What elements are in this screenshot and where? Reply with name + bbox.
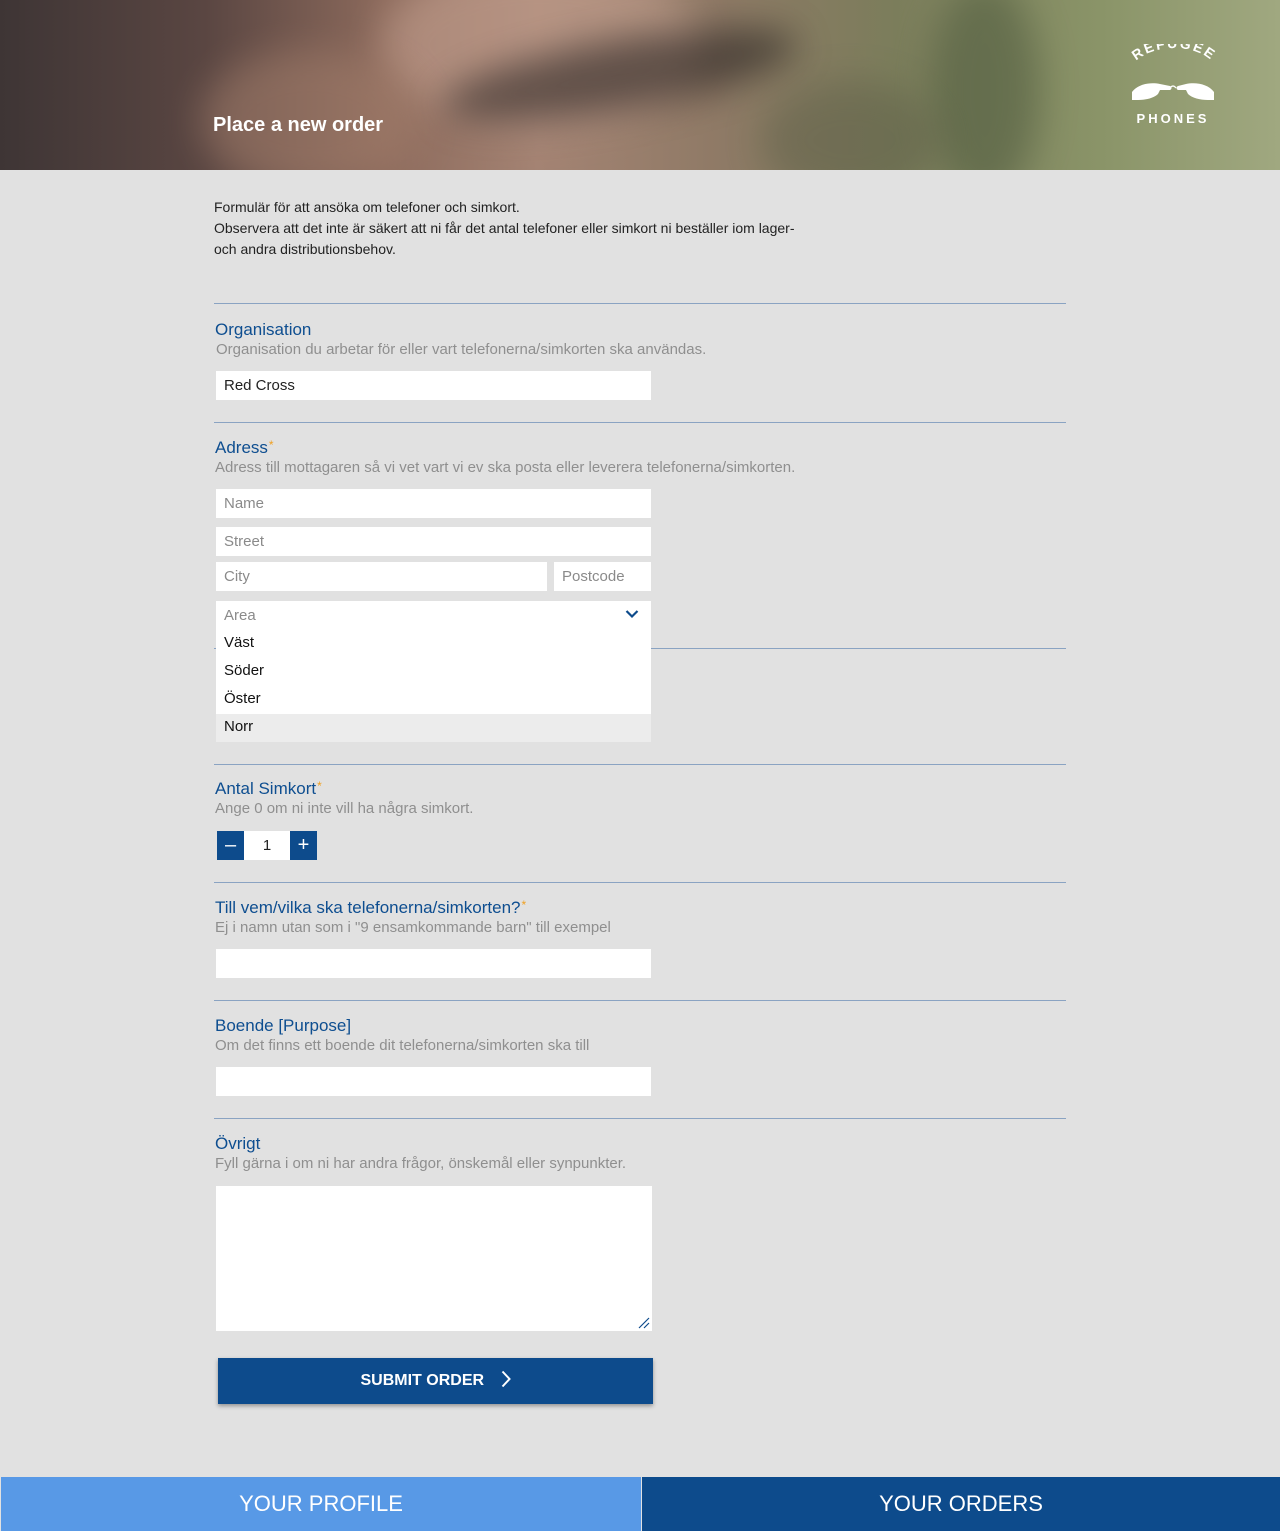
page-title: Place a new order [213,114,384,136]
logo-phones-text: PHONES [1136,111,1210,126]
boende-help: Om det finns ett boende dit telefonerna/… [215,1037,590,1054]
address-label: Adress* [215,438,274,457]
header-banner: Place a new order REFUGEE PHONES [0,0,1280,170]
tab-your-orders[interactable]: YOUR ORDERS [642,1477,1280,1531]
recipients-input[interactable] [216,949,651,978]
submit-order-button[interactable]: SUBMIT ORDER [218,1358,653,1404]
other-label: Övrigt [215,1134,261,1153]
area-option-soder[interactable]: Söder [216,658,651,686]
simcards-value[interactable]: 1 [244,831,290,860]
name-input[interactable] [216,489,651,518]
section-divider [214,764,1066,765]
section-divider [214,882,1066,883]
increment-button[interactable]: + [290,831,317,860]
street-input[interactable] [216,527,651,556]
area-option-vast[interactable]: Väst [216,630,651,658]
section-divider [214,303,1066,304]
organisation-input[interactable] [216,371,651,400]
area-select[interactable]: Area [216,601,651,630]
intro-text: Formulär för att ansöka om telefoner och… [214,199,795,257]
recipients-label: Till vem/vilka ska telefonerna/simkorten… [215,898,527,917]
svg-text:REFUGEE: REFUGEE [1129,44,1220,63]
chevron-down-icon [625,610,639,619]
boende-label: Boende [Purpose] [215,1016,352,1035]
chevron-right-icon [501,1371,511,1388]
decrement-button[interactable]: – [217,831,244,860]
recipients-help: Ej i namn utan som i "9 ensamkommande ba… [215,919,611,936]
organisation-label: Organisation [215,320,312,339]
tab-your-profile[interactable]: YOUR PROFILE [1,1477,641,1531]
required-mark: * [521,898,527,912]
section-divider [214,422,1066,423]
resize-handle-icon[interactable] [638,1317,650,1329]
other-textarea[interactable] [216,1186,652,1331]
other-help: Fyll gärna i om ni har andra frågor, öns… [215,1155,627,1172]
organisation-help: Organisation du arbetar för eller vart t… [216,341,707,358]
area-dropdown: Väst Söder Öster Norr [216,630,651,742]
city-input[interactable] [216,562,547,591]
area-option-oster[interactable]: Öster [216,686,651,714]
refugee-phones-logo: REFUGEE PHONES [1120,44,1230,130]
address-help: Adress till mottagaren så vi vet vart vi… [215,459,796,476]
boende-input[interactable] [216,1067,651,1096]
section-divider [214,1000,1066,1001]
simcards-label: Antal Simkort* [215,779,322,798]
simcards-help: Ange 0 om ni inte vill ha några simkort. [215,800,474,817]
required-mark: * [268,438,274,452]
bottom-tab-bar: YOUR PROFILE YOUR ORDERS [0,1477,1280,1531]
postcode-input[interactable] [554,562,651,591]
section-divider [214,1118,1066,1119]
area-option-norr[interactable]: Norr [216,714,651,742]
required-mark: * [317,779,322,793]
